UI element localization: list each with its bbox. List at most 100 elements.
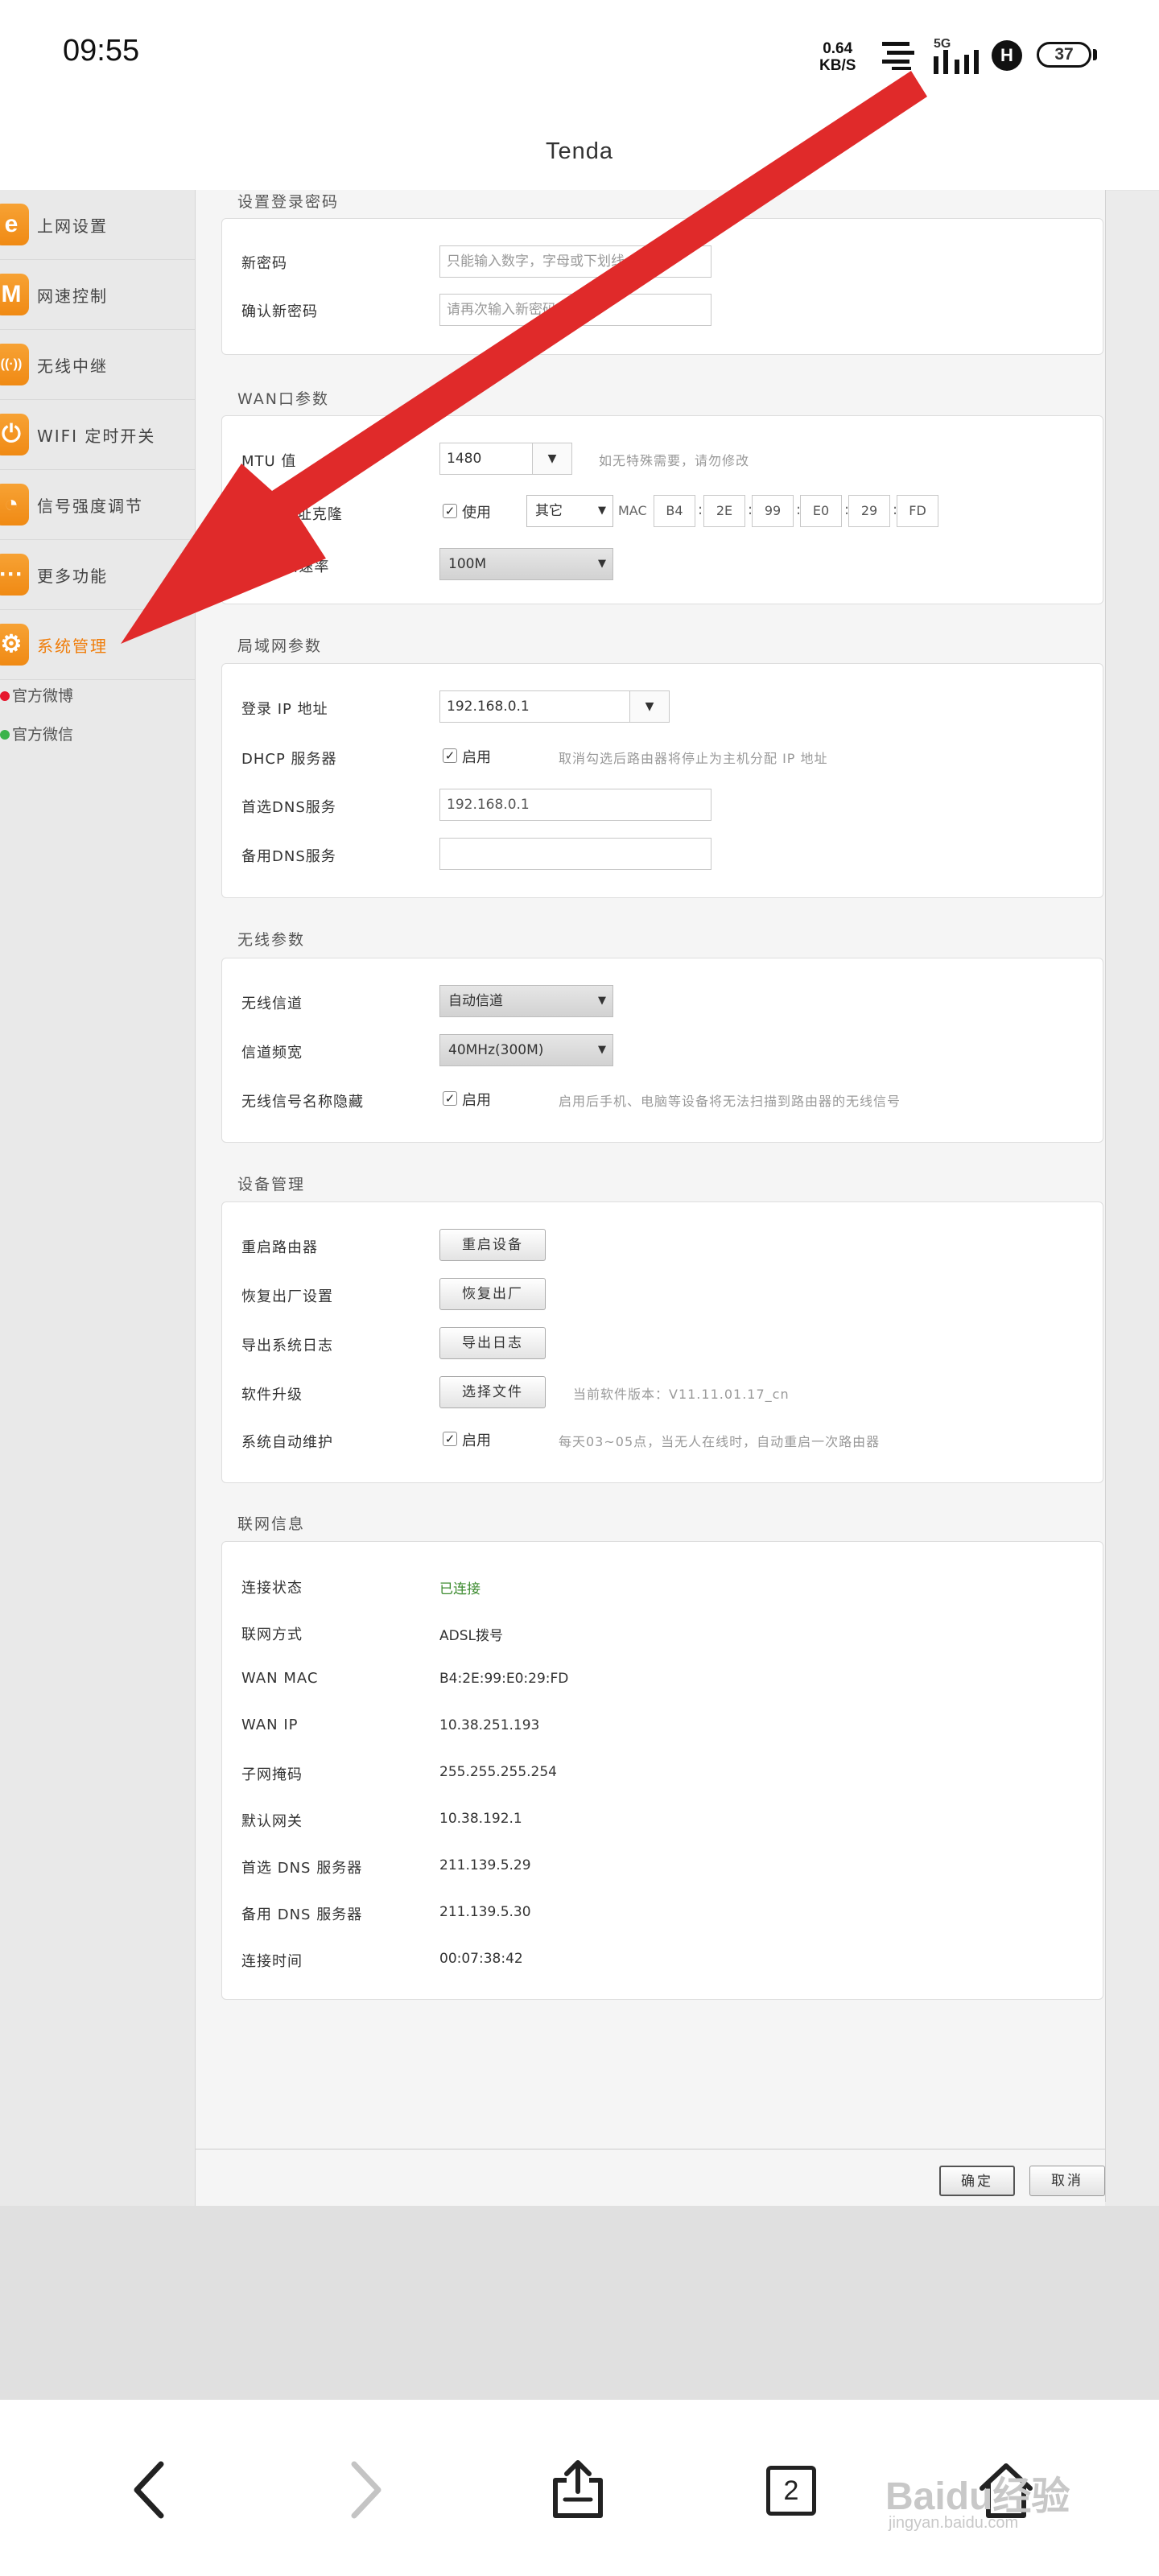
dns2-input[interactable] [439, 838, 711, 870]
netinfo-value: ADSL拨号 [439, 1628, 503, 1644]
data-transfer-icon [882, 42, 914, 70]
bandwidth-select[interactable]: 40MHz(300M) ▼ [439, 1034, 613, 1066]
wan-speed-select[interactable]: 100M ▼ [439, 548, 613, 580]
channel-select[interactable]: 自动信道 ▼ [439, 985, 613, 1017]
browser-bottom-nav: 2 Baidu经验 jingyan.baidu.com [0, 2399, 1159, 2576]
mac-byte-5[interactable]: 29 [848, 495, 890, 527]
netinfo-card: 连接状态 已连接 联网方式 ADSL拨号 WAN MAC B4:2E:99:E0… [221, 1541, 1103, 2000]
chevron-down-icon: ▼ [598, 505, 606, 517]
share-icon[interactable] [547, 2459, 608, 2520]
chevron-down-icon: ▼ [598, 1044, 606, 1056]
internet-e-icon: e [0, 204, 29, 245]
sidebar-item-system-management[interactable]: ⚙ 系统管理 [0, 610, 195, 680]
netinfo-label: 联网方式 [241, 1626, 303, 1643]
reboot-label: 重启路由器 [241, 1239, 318, 1256]
mac-prefix-label: MAC [618, 503, 647, 518]
confirm-button[interactable]: 确定 [939, 2166, 1015, 2196]
back-icon[interactable] [129, 2459, 169, 2520]
sidebar: e 上网设置 M 网速控制 ((·)) 无线中继 ⏻ WIFI 定时开关 ◔ 信… [0, 190, 196, 2206]
weibo-link[interactable]: 官方微博 [0, 684, 73, 706]
dns1-input[interactable]: 192.168.0.1 [439, 789, 711, 821]
device-card: 重启路由器 重启设备 恢复出厂设置 恢复出厂 导出系统日志 导出日志 软件升级 … [221, 1201, 1103, 1483]
mac-mode-select[interactable]: 其它 ▼ [526, 495, 613, 527]
sidebar-item-wifi-timer[interactable]: ⏻ WIFI 定时开关 [0, 400, 195, 470]
mac-byte-4[interactable]: E0 [800, 495, 842, 527]
sidebar-item-label: 系统管理 [37, 637, 108, 656]
wan-speed-label: WAN 口速率 [241, 558, 330, 575]
sidebar-item-signal-strength[interactable]: ◔ 信号强度调节 [0, 470, 195, 540]
login-ip-combo[interactable]: 192.168.0.1 ▼ [439, 690, 670, 723]
mac-separator: : [698, 501, 703, 518]
export-log-label: 导出系统日志 [241, 1337, 333, 1354]
wechat-icon [0, 730, 10, 740]
sidebar-item-wireless-repeater[interactable]: ((·)) 无线中继 [0, 330, 195, 400]
mac-use-checkbox[interactable]: ✓ [443, 504, 457, 518]
mac-byte-2[interactable]: 2E [703, 495, 745, 527]
battery-nub [1093, 49, 1097, 60]
mtu-combo[interactable]: 1480 ▼ [439, 443, 572, 475]
cancel-button[interactable]: 取消 [1029, 2166, 1105, 2196]
mtu-value: 1480 [447, 451, 482, 467]
mac-mode-value: 其它 [535, 503, 563, 519]
firmware-version: 当前软件版本：V11.11.01.17_cn [573, 1387, 790, 1402]
confirm-password-input[interactable]: 请再次输入新密码 [439, 294, 711, 326]
sidebar-item-speed-control[interactable]: M 网速控制 [0, 260, 195, 330]
panel-border [1105, 190, 1106, 2202]
ssid-hide-checkbox[interactable]: ✓ [443, 1091, 457, 1106]
channel-value: 自动信道 [448, 993, 503, 1009]
bandwidth-value: 40MHz(300M) [448, 1042, 544, 1058]
section-title-device: 设备管理 [237, 1176, 306, 1193]
section-title-netinfo: 联网信息 [237, 1515, 306, 1533]
wan-card: MTU 值 1480 ▼ 如无特殊需要，请勿修改 MAC 地址克隆 ✓ 使用 其… [221, 415, 1103, 604]
netinfo-label: 连接状态 [241, 1580, 303, 1597]
new-password-label: 新密码 [241, 255, 287, 272]
lan-card: 登录 IP 地址 192.168.0.1 ▼ DHCP 服务器 ✓ 启用 取消勾… [221, 663, 1103, 898]
login-ip-label: 登录 IP 地址 [241, 701, 328, 718]
export-log-button[interactable]: 导出日志 [439, 1327, 546, 1359]
sidebar-item-internet-settings[interactable]: e 上网设置 [0, 190, 195, 260]
wifi-timer-icon: ⏻ [0, 414, 29, 455]
netinfo-label: 默认网关 [241, 1813, 303, 1830]
dhcp-checkbox[interactable]: ✓ [443, 748, 457, 763]
auto-maintenance-checkbox[interactable]: ✓ [443, 1432, 457, 1446]
mac-byte-3[interactable]: 99 [752, 495, 794, 527]
reboot-button[interactable]: 重启设备 [439, 1229, 546, 1261]
sidebar-item-label: 上网设置 [37, 216, 108, 236]
ssid-hide-enable-label: 启用 [462, 1092, 491, 1109]
chevron-down-icon: ▼ [598, 995, 606, 1007]
sidebar-item-label: 网速控制 [37, 286, 108, 306]
confirm-password-label: 确认新密码 [241, 303, 318, 320]
netinfo-value: 255.255.255.254 [439, 1764, 558, 1780]
sidebar-item-more-functions[interactable]: ··· 更多功能 [0, 540, 195, 610]
wechat-label: 官方微信 [12, 726, 74, 744]
hd-badge: H [992, 40, 1022, 71]
mtu-label: MTU 值 [241, 453, 297, 470]
wan-speed-value: 100M [448, 556, 487, 572]
mac-byte-1[interactable]: B4 [654, 495, 695, 527]
mac-use-label: 使用 [462, 505, 491, 521]
connection-status-value: 已连接 [439, 1581, 481, 1597]
mac-byte-6[interactable]: FD [897, 495, 938, 527]
netinfo-value: 10.38.192.1 [439, 1811, 522, 1827]
choose-file-button[interactable]: 选择文件 [439, 1376, 546, 1408]
tabs-button[interactable]: 2 [766, 2466, 816, 2516]
page-background [0, 2206, 1159, 2399]
netinfo-value: 10.38.251.193 [439, 1717, 540, 1733]
chevron-down-icon[interactable]: ▼ [532, 443, 571, 474]
forward-icon[interactable] [346, 2459, 386, 2520]
settings-panel: 设置登录密码 新密码 只能输入数字，字母或下划线 确认新密码 请再次输入新密码 … [196, 190, 1105, 2202]
mtu-hint: 如无特殊需要，请勿修改 [599, 453, 750, 468]
baidu-watermark: Baidu经验 [885, 2475, 1070, 2518]
network-speed-value: 0.64 [823, 40, 853, 57]
login-ip-value: 192.168.0.1 [447, 699, 530, 715]
password-card: 新密码 只能输入数字，字母或下划线 确认新密码 请再次输入新密码 [221, 218, 1103, 355]
factory-reset-button[interactable]: 恢复出厂 [439, 1278, 546, 1310]
baidu-watermark-url: jingyan.baidu.com [889, 2514, 1019, 2532]
new-password-input[interactable]: 只能输入数字，字母或下划线 [439, 245, 711, 278]
upgrade-label: 软件升级 [241, 1387, 303, 1403]
page-title: Tenda [545, 138, 613, 164]
netinfo-label: 子网掩码 [241, 1766, 303, 1783]
wechat-link[interactable]: 官方微信 [0, 723, 73, 744]
chevron-down-icon[interactable]: ▼ [629, 691, 669, 722]
dhcp-hint: 取消勾选后路由器将停止为主机分配 IP 地址 [559, 751, 828, 766]
